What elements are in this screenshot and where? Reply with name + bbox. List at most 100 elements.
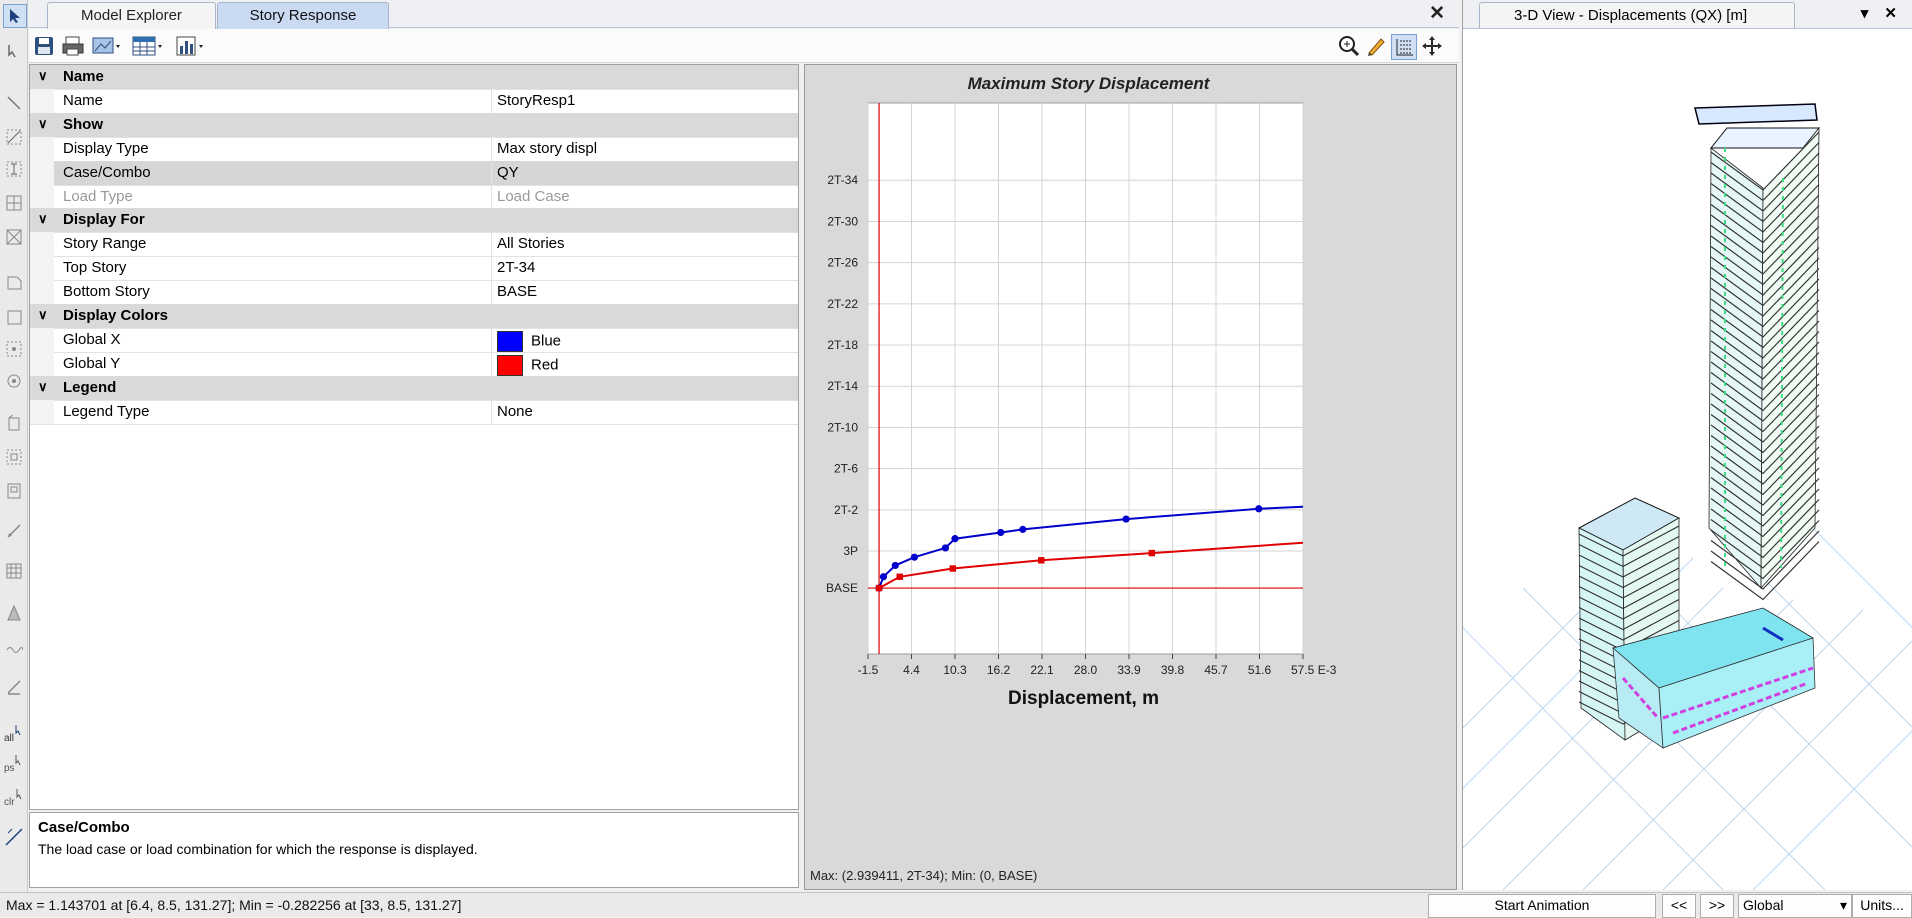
draw-grid-icon[interactable]	[3, 560, 25, 582]
svg-text:all: all	[4, 733, 14, 743]
series-global-x-marker	[1122, 515, 1130, 523]
draw-wall-icon[interactable]	[3, 226, 25, 248]
property-value-text: QY	[497, 163, 519, 181]
property-category[interactable]: ∨ Name	[30, 65, 798, 90]
property-row[interactable]: Load Type Load Case	[30, 184, 798, 210]
column-divider	[491, 136, 492, 161]
previous-selection-icon[interactable]: ps	[3, 752, 25, 774]
property-name: Load Type	[63, 187, 133, 205]
property-value[interactable]: QY	[497, 164, 519, 181]
draw-slab-icon[interactable]	[3, 272, 25, 294]
property-value[interactable]: Red	[497, 354, 559, 376]
start-animation-button[interactable]: Start Animation	[1428, 894, 1656, 918]
pan-icon[interactable]	[1421, 34, 1443, 58]
property-value[interactable]: None	[497, 403, 533, 420]
property-row[interactable]: Case/Combo QY	[30, 160, 798, 186]
pointer-options-icon[interactable]	[3, 40, 25, 62]
property-value[interactable]: Max story displ	[497, 140, 597, 157]
draw-dimension-icon[interactable]	[3, 520, 25, 542]
story-response-chart-panel: Maximum Story Displacement -1.5 4.4 10.3 16.…	[804, 64, 1457, 890]
building-model-view[interactable]	[1463, 28, 1912, 890]
clear-selection-icon[interactable]: clr	[3, 786, 25, 808]
category-label: Name	[63, 68, 104, 85]
category-label: Display For	[63, 211, 145, 229]
property-value-text: StoryResp1	[497, 91, 576, 109]
draw-area-icon[interactable]	[3, 306, 25, 328]
status-bar: Max = 1.143701 at [6.4, 8.5, 131.27]; Mi…	[0, 892, 1912, 918]
tab-3d-view[interactable]: 3-D View - Displacements (QX) [m]	[1479, 2, 1795, 28]
select-pointer-icon[interactable]	[3, 4, 27, 28]
draw-column-icon[interactable]	[3, 158, 25, 180]
zoom-icon[interactable]	[1337, 34, 1361, 58]
tab-strip: Model Explorer Story Response ✕	[29, 0, 1459, 29]
intersecting-line-icon[interactable]	[3, 826, 25, 848]
print-icon[interactable]	[61, 34, 85, 58]
draw-panel-icon[interactable]	[3, 480, 25, 502]
property-value[interactable]: StoryResp1	[497, 92, 575, 109]
coordinate-system-select[interactable]: Global ▾	[1738, 894, 1852, 918]
chevron-down-icon[interactable]: ∨	[38, 68, 48, 84]
property-name: Display Type	[63, 139, 149, 157]
grid-icon[interactable]	[1391, 34, 1417, 60]
property-value[interactable]: Load Case	[497, 188, 570, 205]
color-swatch[interactable]	[497, 354, 523, 376]
property-row[interactable]: Story Range All Stories	[30, 232, 798, 258]
chevron-down-icon[interactable]: ∨	[38, 307, 48, 323]
chevron-down-icon[interactable]: ∨	[38, 116, 48, 132]
draw-beam-icon[interactable]	[3, 126, 25, 148]
property-row[interactable]: Global X Blue	[30, 327, 798, 353]
property-value-text: Red	[531, 356, 559, 374]
property-category[interactable]: ∨ Legend	[30, 375, 798, 401]
property-value[interactable]: 2T-34	[497, 259, 535, 276]
tab-story-response[interactable]: Story Response	[217, 2, 389, 29]
save-icon[interactable]	[33, 34, 55, 58]
property-category[interactable]: ∨ Display For	[30, 208, 798, 234]
draw-brace-icon[interactable]	[3, 192, 25, 214]
tab-model-explorer[interactable]: Model Explorer	[47, 2, 216, 29]
draw-reference-icon[interactable]	[3, 676, 25, 698]
chevron-down-icon[interactable]: ∨	[38, 379, 48, 395]
previous-frame-button[interactable]: <<	[1662, 894, 1696, 918]
pencil-icon[interactable]	[1365, 34, 1387, 58]
property-value[interactable]: All Stories	[497, 235, 565, 252]
status-max-min-text: Max = 1.143701 at [6.4, 8.5, 131.27]; Mi…	[6, 897, 462, 913]
story-displacement-chart: Maximum Story Displacement -1.5 4.4 10.3 16.…	[826, 74, 1337, 709]
column-divider	[491, 256, 492, 281]
y-tick-label: 2T-26	[827, 256, 858, 270]
property-value[interactable]: Blue	[497, 330, 561, 352]
table-icon[interactable]	[131, 34, 165, 58]
select-all-icon[interactable]: all	[3, 722, 25, 744]
property-category[interactable]: ∨ Show	[30, 112, 798, 138]
draw-tendon-icon[interactable]	[3, 446, 25, 468]
description-text: The load case or load combination for wh…	[38, 841, 478, 857]
units-button[interactable]: Units...	[1852, 894, 1912, 918]
draw-line-icon[interactable]	[3, 92, 25, 114]
draw-spring-icon[interactable]	[3, 638, 25, 660]
draw-point-icon[interactable]	[3, 370, 25, 392]
display-icon[interactable]	[91, 34, 123, 58]
close-icon[interactable]: ✕	[1429, 2, 1445, 25]
series-global-x-marker	[1255, 505, 1263, 513]
property-row[interactable]: Bottom Story BASE	[30, 280, 798, 306]
story-response-toolbar	[29, 29, 1459, 63]
property-row[interactable]: Name StoryResp1	[30, 88, 798, 114]
draw-opening-icon[interactable]	[3, 338, 25, 360]
property-name: Global Y	[63, 354, 121, 372]
property-row[interactable]: Global Y Red	[30, 351, 798, 377]
property-row[interactable]: Display Type Max story displ	[30, 136, 798, 162]
chart-icon[interactable]	[175, 34, 207, 58]
property-value[interactable]: BASE	[497, 283, 537, 300]
draw-link-icon[interactable]	[3, 412, 25, 434]
color-swatch[interactable]	[497, 330, 523, 352]
property-name: Name	[63, 91, 104, 109]
chevron-down-icon[interactable]: ∨	[38, 211, 48, 227]
x-tick-label: 51.6	[1248, 663, 1272, 677]
view-controls[interactable]: ▾ ✕	[1861, 4, 1903, 22]
property-row[interactable]: Legend Type None	[30, 399, 798, 425]
property-row[interactable]: Top Story 2T-34	[30, 256, 798, 282]
property-name: Legend Type	[63, 402, 150, 420]
next-frame-button[interactable]: >>	[1700, 894, 1734, 918]
property-category[interactable]: ∨ Display Colors	[30, 304, 798, 329]
tall-tower	[1694, 103, 1821, 601]
draw-load-icon[interactable]	[3, 602, 25, 624]
